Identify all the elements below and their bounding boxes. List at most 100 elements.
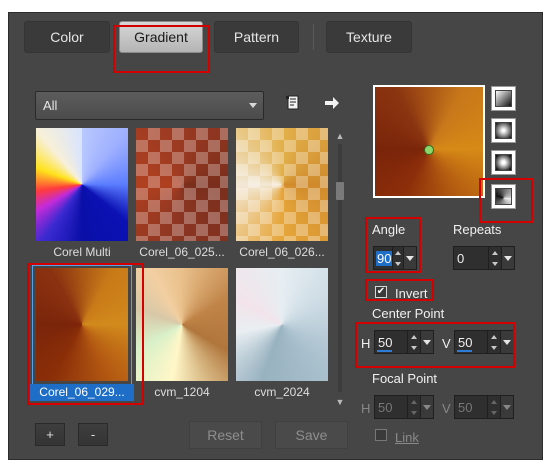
- tab-color-label: Color: [50, 29, 84, 45]
- focal-v-input[interactable]: 50: [454, 395, 488, 419]
- gradient-gallery: Corel Multi Corel_06_025... Corel_06_026…: [30, 128, 330, 410]
- gradient-item[interactable]: Corel_06_025...: [130, 128, 230, 259]
- gradient-item[interactable]: cvm_2024: [230, 268, 330, 399]
- arrow-right-icon[interactable]: [322, 93, 342, 113]
- remove-label: -: [90, 427, 96, 442]
- center-h-slider-dropdown[interactable]: [420, 330, 434, 354]
- angle-slider-dropdown[interactable]: [403, 246, 417, 270]
- rectangular-style-button[interactable]: [491, 118, 516, 143]
- dropdown-value: All: [43, 98, 58, 113]
- focal-h-input[interactable]: 50: [374, 395, 408, 419]
- center-v-stepper[interactable]: 50: [454, 330, 514, 354]
- angle-label: Angle: [372, 222, 406, 237]
- spin-down-icon[interactable]: [492, 261, 498, 266]
- save-label: Save: [295, 427, 328, 443]
- chevron-down-icon: [423, 339, 431, 345]
- center-h-stepper[interactable]: 50: [374, 330, 434, 354]
- chevron-down-icon: [423, 404, 431, 410]
- angle-stepper[interactable]: 90: [373, 246, 417, 270]
- gradient-name: cvm_2024: [254, 385, 310, 399]
- chevron-down-icon: [503, 339, 511, 345]
- tab-color[interactable]: Color: [24, 21, 110, 53]
- corner-angle-style-button[interactable]: [491, 184, 516, 209]
- gallery-scrollbar[interactable]: ▲ ▼: [333, 130, 347, 410]
- repeats-stepper[interactable]: 0: [453, 246, 515, 270]
- focal-h-spin-arrows[interactable]: [408, 395, 420, 419]
- spin-down-icon[interactable]: [491, 345, 497, 350]
- gradient-editor-icon[interactable]: [283, 93, 303, 113]
- repeats-slider-dropdown[interactable]: [501, 246, 515, 270]
- center-v-input[interactable]: 50: [454, 330, 488, 354]
- corner-angle-style-icon: [495, 188, 512, 205]
- scroll-thumb[interactable]: [336, 182, 344, 200]
- gradient-thumbnail: [36, 268, 128, 381]
- tab-gradient-label: Gradient: [134, 29, 188, 45]
- chevron-down-icon: [406, 255, 414, 261]
- gradient-category-dropdown[interactable]: All: [35, 91, 264, 120]
- scroll-up-icon[interactable]: ▲: [333, 130, 347, 142]
- link-label[interactable]: Link: [395, 430, 419, 445]
- center-h-spin-arrows[interactable]: [408, 330, 420, 354]
- spin-down-icon[interactable]: [395, 261, 401, 266]
- spin-up-icon[interactable]: [491, 399, 497, 404]
- invert-checkbox[interactable]: ✔: [375, 286, 387, 298]
- sunburst-style-button[interactable]: [491, 150, 516, 175]
- repeats-value: 0: [457, 250, 465, 266]
- focal-v-spin-arrows[interactable]: [488, 395, 500, 419]
- gradient-preview-frame: [373, 85, 485, 198]
- focal-v-value: 50: [458, 399, 473, 415]
- remove-gradient-button[interactable]: -: [78, 423, 108, 446]
- repeats-input[interactable]: 0: [453, 246, 489, 270]
- tab-pattern-label: Pattern: [233, 29, 280, 45]
- reset-button[interactable]: Reset: [189, 421, 262, 449]
- gradient-item[interactable]: Corel Multi: [30, 128, 130, 259]
- tab-texture[interactable]: Texture: [326, 21, 412, 53]
- focal-v-slider-dropdown[interactable]: [500, 395, 514, 419]
- focal-h-slider-dropdown[interactable]: [420, 395, 434, 419]
- spin-down-icon[interactable]: [491, 410, 497, 415]
- center-h-input[interactable]: 50: [374, 330, 408, 354]
- spin-up-icon[interactable]: [395, 250, 401, 255]
- center-v-spin-arrows[interactable]: [488, 330, 500, 354]
- invert-label[interactable]: Invert: [395, 286, 428, 301]
- spin-down-icon[interactable]: [411, 345, 417, 350]
- spin-down-icon[interactable]: [411, 410, 417, 415]
- angle-input[interactable]: 90: [373, 246, 393, 270]
- linear-style-button[interactable]: [491, 86, 516, 111]
- transparency-checker: [236, 128, 328, 241]
- save-button[interactable]: Save: [275, 421, 348, 449]
- rectangular-style-icon: [495, 122, 512, 139]
- gradient-item[interactable]: cvm_1204: [130, 268, 230, 399]
- spin-up-icon[interactable]: [491, 334, 497, 339]
- gradient-thumbnail: [136, 268, 228, 381]
- tab-gradient[interactable]: Gradient: [119, 21, 203, 53]
- focal-point-label: Focal Point: [372, 371, 438, 386]
- gradient-item[interactable]: Corel_06_029...: [30, 265, 134, 401]
- scroll-down-icon[interactable]: ▼: [333, 396, 347, 408]
- center-v-label: V: [442, 336, 451, 351]
- focal-h-label: H: [361, 401, 371, 416]
- linear-style-icon: [495, 90, 512, 107]
- focal-h-stepper[interactable]: 50: [374, 395, 434, 419]
- tab-pattern[interactable]: Pattern: [214, 21, 299, 53]
- gradient-name: Corel Multi: [53, 245, 111, 259]
- repeats-spin-arrows[interactable]: [489, 246, 501, 270]
- center-h-value: 50: [378, 334, 393, 350]
- center-h-label: H: [361, 336, 371, 351]
- repeats-label: Repeats: [453, 222, 502, 237]
- angle-spin-arrows[interactable]: [393, 246, 403, 270]
- focal-v-stepper[interactable]: 50: [454, 395, 514, 419]
- material-properties-window: Color Gradient Pattern Texture All Corel…: [0, 0, 551, 465]
- spin-up-icon[interactable]: [411, 334, 417, 339]
- center-point-handle[interactable]: [424, 145, 434, 155]
- spin-up-icon[interactable]: [411, 399, 417, 404]
- value-bar: [457, 350, 472, 352]
- add-label: +: [46, 427, 54, 442]
- center-v-slider-dropdown[interactable]: [500, 330, 514, 354]
- spin-up-icon[interactable]: [492, 250, 498, 255]
- gradient-item[interactable]: Corel_06_026...: [230, 128, 330, 259]
- add-gradient-button[interactable]: +: [35, 423, 65, 446]
- gradient-preview[interactable]: [375, 87, 483, 196]
- reset-label: Reset: [207, 427, 244, 443]
- link-checkbox[interactable]: [375, 429, 387, 441]
